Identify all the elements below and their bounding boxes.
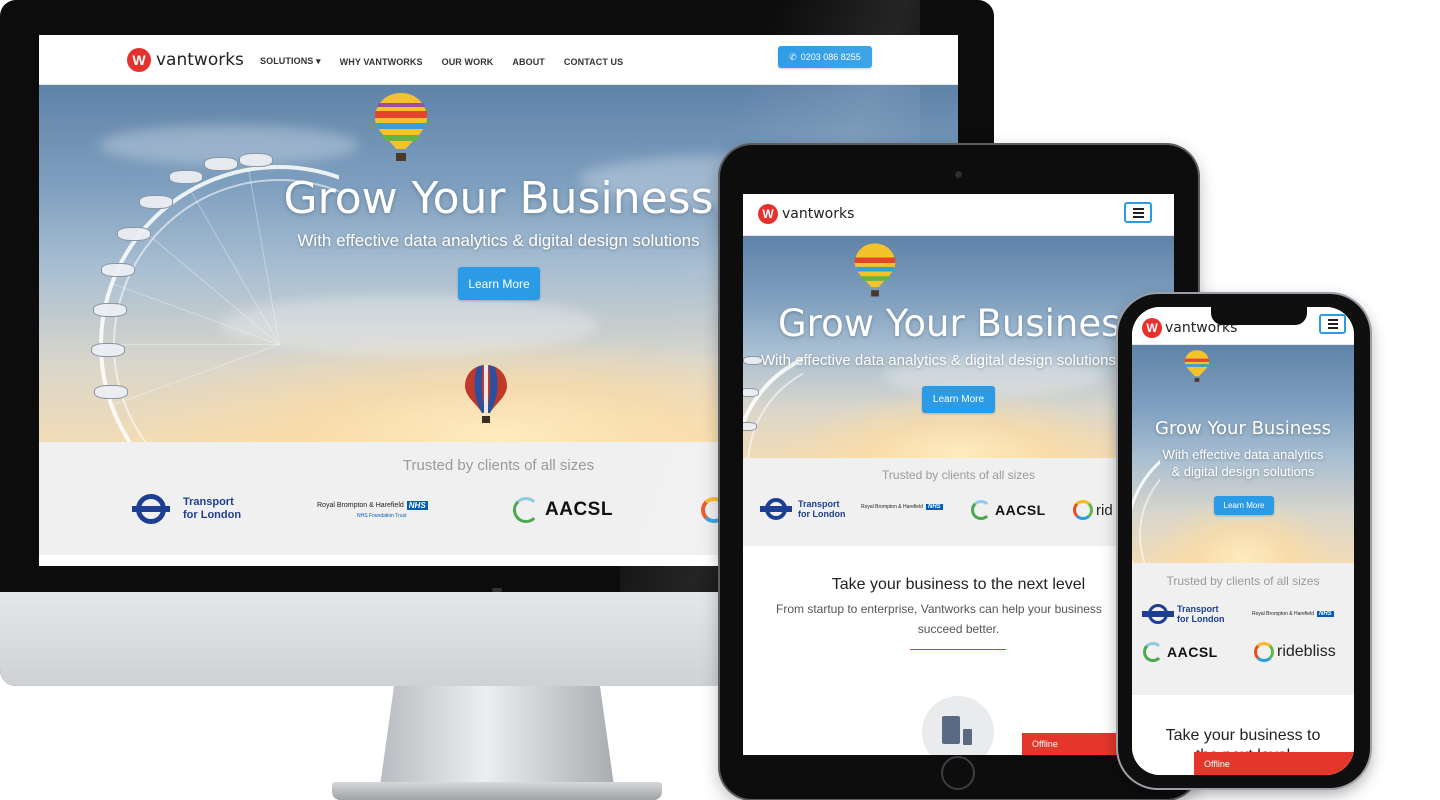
hot-air-balloon-image	[1184, 350, 1210, 382]
ridebliss-logo: rid	[1073, 500, 1113, 520]
imac-stand-foot	[332, 782, 662, 800]
tablet-navbar: W vantworks	[743, 194, 1174, 236]
aacsl-mark-icon	[513, 497, 539, 523]
tablet-trusted-section: Trusted by clients of all sizes Transpor…	[743, 458, 1174, 546]
nav-about[interactable]: ABOUT	[512, 57, 545, 67]
hero-subtitle: With effective data analytics & digital …	[761, 352, 1116, 369]
tablet-website: W vantworks Grow Your Business With effe…	[743, 194, 1174, 755]
tablet-logo[interactable]: W vantworks	[758, 204, 854, 224]
mobile-website: W vantworks Grow Your Business With effe…	[1132, 307, 1354, 775]
nhs-logo: Royal Brompton & Harefield NHS	[861, 504, 943, 510]
devices-icon	[942, 716, 960, 744]
trusted-heading: Trusted by clients of all sizes	[1166, 574, 1320, 588]
vantworks-logo-icon: W	[127, 48, 151, 72]
london-eye-pod	[204, 157, 238, 171]
hamburger-icon	[1327, 319, 1338, 321]
hot-air-balloon-image	[375, 93, 427, 161]
london-eye-pod	[91, 343, 125, 357]
hero-title: Grow Your Business	[1155, 418, 1331, 439]
learn-more-button[interactable]: Learn More	[922, 386, 995, 413]
aacsl-mark-icon	[1143, 642, 1163, 662]
trusted-heading: Trusted by clients of all sizes	[882, 468, 1035, 482]
hamburger-icon	[1132, 207, 1144, 210]
ridebliss-logo: ridebliss	[1254, 642, 1336, 662]
menu-toggle-button[interactable]	[1319, 314, 1346, 334]
section-heading: Take your business to the next level	[831, 576, 1086, 593]
tfl-logo: Transport for London	[759, 498, 845, 520]
nav-solutions[interactable]: SOLUTIONS ▾	[260, 56, 321, 67]
hot-air-balloon-image	[465, 365, 507, 423]
desktop-nav-menu: SOLUTIONS ▾ WHY VANTWORKS OUR WORK ABOUT…	[260, 56, 642, 67]
nav-why-vantworks[interactable]: WHY VANTWORKS	[340, 57, 423, 67]
london-eye-pod	[743, 356, 763, 365]
ipad-home-button[interactable]	[941, 756, 975, 790]
section-heading-line1: Take your business to	[1165, 727, 1321, 744]
london-eye-pod	[239, 153, 273, 167]
nhs-logo: Royal Brompton & Harefield NHS	[1252, 611, 1334, 617]
tfl-logo: Transport for London	[127, 494, 241, 524]
hot-air-balloon-image	[854, 243, 896, 297]
aacsl-logo: AACSL	[971, 500, 1046, 520]
london-eye-pod	[101, 263, 135, 277]
nhs-logo: Royal Brompton & Harefield NHS	[317, 501, 428, 510]
london-eye-pod	[743, 388, 759, 397]
offline-status-badge: Offline	[1194, 752, 1354, 775]
ipad-camera	[955, 171, 962, 178]
chevron-down-icon: ▾	[316, 56, 321, 66]
phone-button[interactable]: ✆ 0203 086 8255	[778, 46, 872, 68]
london-eye-pod	[94, 385, 128, 399]
learn-more-button[interactable]: Learn More	[458, 267, 540, 300]
device-mockup-stage: W vantworks SOLUTIONS ▾ WHY VANTWORKS OU…	[0, 0, 1440, 800]
mobile-hero: Grow Your Business With effective data a…	[1132, 345, 1354, 563]
aacsl-mark-icon	[971, 500, 991, 520]
ridebliss-ring-icon	[1254, 642, 1274, 662]
tablet-intro-section: Take your business to the next level Fro…	[743, 546, 1174, 755]
tfl-roundel-icon	[1142, 604, 1174, 624]
section-body-line1: From startup to enterprise, Vantworks ca…	[776, 602, 1102, 616]
hero-title: Grow Your Business	[778, 302, 1140, 345]
tfl-roundel-icon	[760, 498, 792, 520]
section-divider	[910, 649, 1006, 650]
nav-our-work[interactable]: OUR WORK	[442, 57, 494, 67]
section-body-line2: succeed better.	[917, 622, 1000, 636]
imac-camera-notch	[492, 588, 502, 592]
hero-sky-background	[743, 236, 1174, 458]
nav-contact-us[interactable]: CONTACT US	[564, 57, 623, 67]
tfl-logo: Transport for London	[1142, 604, 1224, 624]
feature-icon-circle	[922, 696, 994, 755]
phone-number: 0203 086 8255	[800, 52, 861, 62]
london-eye-image	[1132, 425, 1160, 563]
mobile-trusted-section: Trusted by clients of all sizes Transpor…	[1132, 563, 1354, 695]
aacsl-logo: AACSL	[513, 497, 613, 523]
menu-toggle-button[interactable]	[1124, 202, 1152, 223]
brand-name: vantworks	[156, 50, 244, 70]
vantworks-logo-icon: W	[1142, 318, 1162, 338]
iphone-notch	[1211, 305, 1307, 325]
phone-icon: ✆	[789, 51, 797, 62]
london-eye-pod	[743, 422, 757, 431]
tablet-hero: Grow Your Business With effective data a…	[743, 236, 1174, 458]
hero-subtitle-line2: & digital design solutions	[1171, 464, 1315, 479]
ridebliss-ring-icon	[1073, 500, 1093, 520]
desktop-logo[interactable]: W vantworks	[127, 48, 244, 72]
vantworks-logo-icon: W	[758, 204, 778, 224]
hero-subtitle-line1: With effective data analytics	[1162, 447, 1324, 462]
desktop-navbar: W vantworks SOLUTIONS ▾ WHY VANTWORKS OU…	[39, 35, 958, 85]
aacsl-logo: AACSL	[1143, 642, 1218, 662]
london-eye-pod	[93, 303, 127, 317]
learn-more-button[interactable]: Learn More	[1214, 496, 1274, 515]
imac-stand-neck	[380, 686, 614, 786]
tfl-roundel-icon	[132, 494, 170, 524]
brand-name: vantworks	[782, 206, 855, 222]
